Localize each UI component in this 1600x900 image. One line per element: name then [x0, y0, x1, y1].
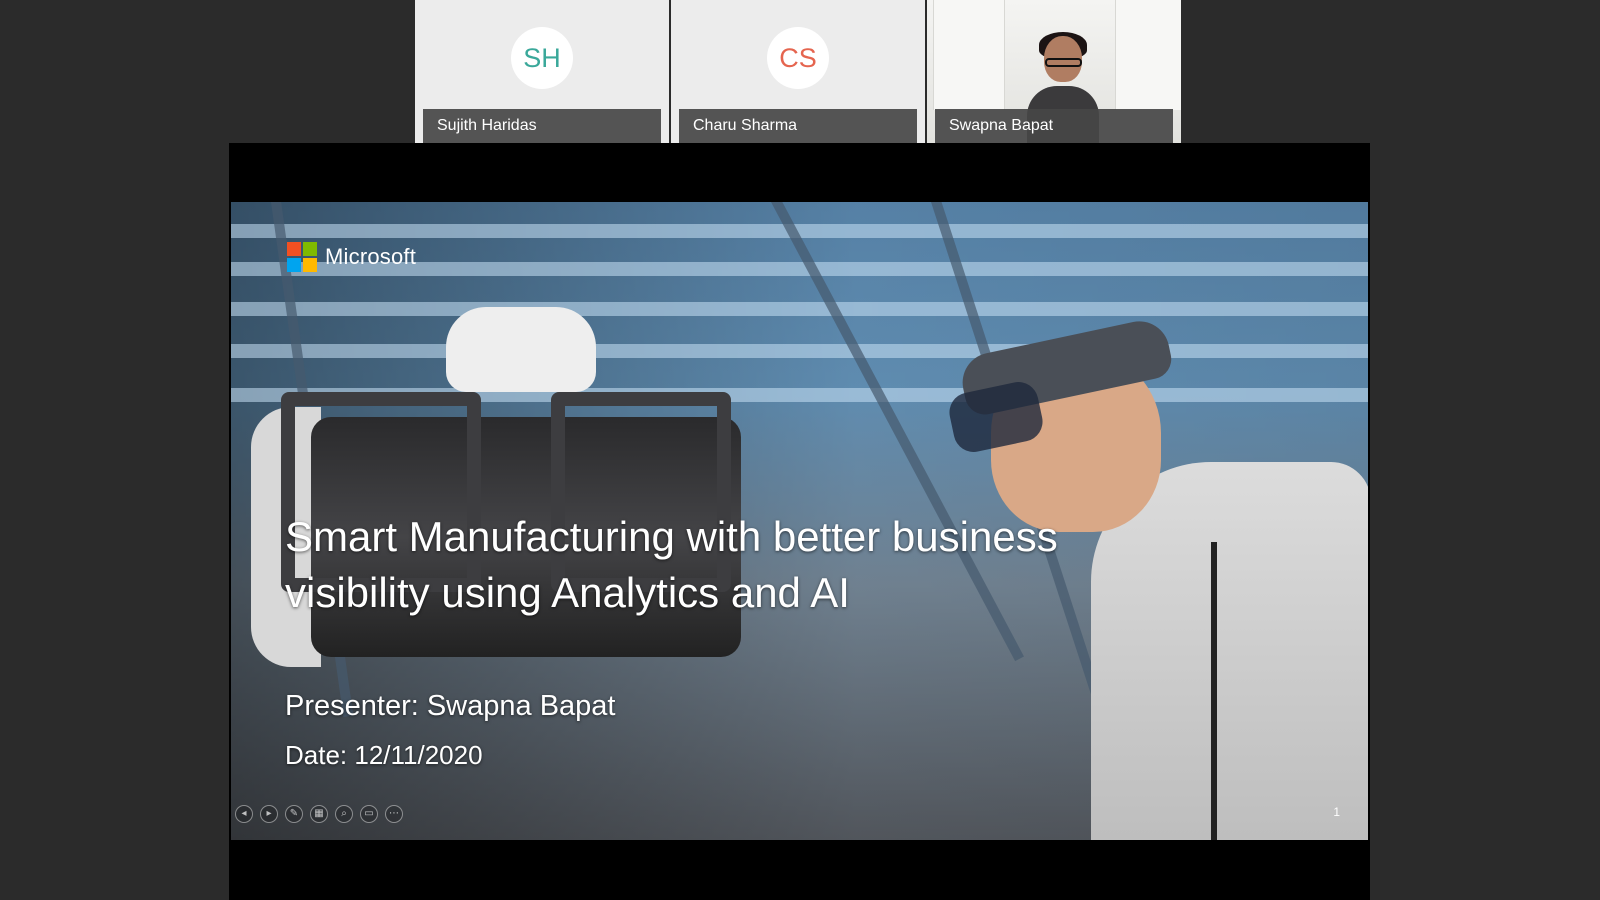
microsoft-logo: Microsoft	[287, 242, 416, 272]
chevron-left-icon: ◂	[241, 808, 247, 819]
slide-number: 1	[1333, 805, 1340, 819]
participant-name: Sujith Haridas	[437, 117, 537, 134]
pen-tool-button[interactable]: ✎	[285, 805, 303, 823]
screen-icon: ▭	[364, 808, 374, 819]
chevron-right-icon: ▸	[266, 808, 272, 819]
slide-title: Smart Manufacturing with better business…	[285, 513, 1058, 616]
slide-background-image	[251, 297, 771, 717]
more-options-button[interactable]: ⋯	[385, 805, 403, 823]
previous-slide-button[interactable]: ◂	[235, 805, 253, 823]
participant-name-bar: Swapna Bapat	[935, 109, 1173, 143]
avatar-initials: SH	[523, 42, 561, 73]
avatar: CS	[767, 27, 829, 89]
windows-logo-icon	[287, 242, 317, 272]
zoom-button[interactable]: ⌕	[335, 805, 353, 823]
magnifier-icon: ⌕	[341, 808, 347, 819]
participant-name: Swapna Bapat	[949, 117, 1054, 134]
grid-icon: ▦	[314, 808, 324, 819]
slide-date: Date: 12/11/2020	[285, 740, 483, 770]
brand-name: Microsoft	[325, 244, 417, 269]
slideshow-toolbar: ◂ ▸ ✎ ▦ ⌕ ▭ ⋯	[235, 805, 403, 823]
participant-name: Charu Sharma	[693, 117, 798, 134]
participant-tile-3[interactable]: Swapna Bapat	[927, 0, 1181, 143]
shared-screen: Microsoft Smart Manufacturing with bette…	[229, 143, 1370, 900]
pen-icon: ✎	[289, 808, 299, 819]
screen-button[interactable]: ▭	[360, 805, 378, 823]
participant-strip: SH Sujith Haridas CS Charu Sharma Swapna…	[415, 0, 1181, 143]
all-slides-button[interactable]: ▦	[310, 805, 328, 823]
avatar-initials: CS	[779, 42, 817, 73]
participant-tile-2[interactable]: CS Charu Sharma	[671, 0, 925, 143]
avatar: SH	[511, 27, 573, 89]
participant-name-bar: Sujith Haridas	[423, 109, 661, 143]
participant-name-bar: Charu Sharma	[679, 109, 917, 143]
slide-presenter: Presenter: Swapna Bapat	[285, 690, 616, 722]
participant-tile-1[interactable]: SH Sujith Haridas	[415, 0, 669, 143]
next-slide-button[interactable]: ▸	[260, 805, 278, 823]
video-background	[933, 0, 1005, 110]
video-background	[1115, 0, 1181, 110]
more-icon: ⋯	[389, 808, 399, 819]
presentation-slide: Microsoft Smart Manufacturing with bette…	[231, 202, 1368, 840]
